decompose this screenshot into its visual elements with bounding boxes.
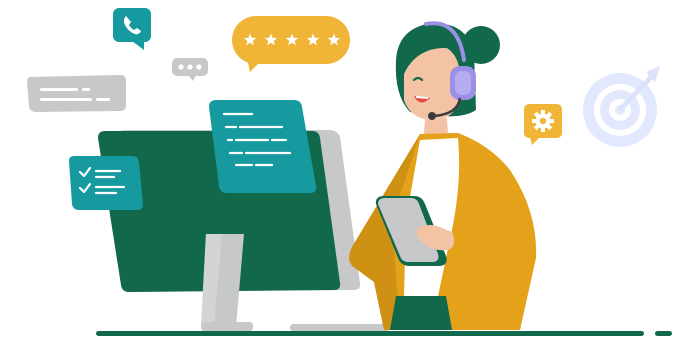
phone-bubble bbox=[113, 8, 151, 50]
typing-dots-icon bbox=[172, 58, 208, 81]
illustration-canvas bbox=[27, 8, 672, 336]
ground-line bbox=[96, 331, 672, 336]
target-icon bbox=[583, 66, 660, 147]
document-card bbox=[209, 100, 317, 193]
checklist-card bbox=[69, 156, 143, 210]
customer-support-illustration bbox=[0, 0, 691, 341]
support-agent bbox=[349, 21, 537, 330]
gear-icon bbox=[532, 110, 554, 132]
rating-bubble bbox=[232, 16, 350, 72]
chat-bubble-gray bbox=[27, 75, 126, 112]
gear-bubble bbox=[524, 104, 562, 145]
